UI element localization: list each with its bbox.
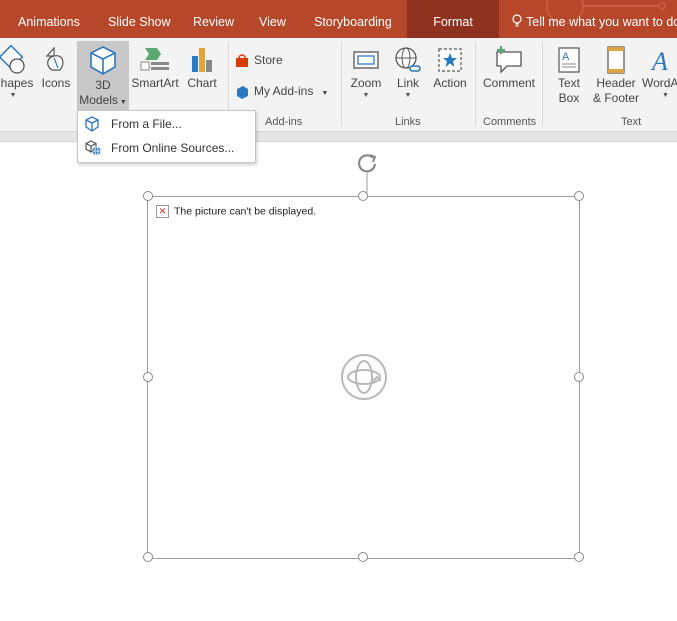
svg-text:A: A — [650, 47, 668, 76]
menu-item-from-file-label: From a File... — [111, 117, 182, 131]
chevron-down-icon: ▼ — [117, 99, 127, 106]
my-addins-button[interactable]: My Add-ins ▼ — [235, 83, 328, 102]
menu-item-from-online-label: From Online Sources... — [111, 141, 235, 155]
chart-button[interactable]: Chart — [182, 44, 222, 91]
text-box-button[interactable]: A Text Box — [549, 44, 589, 106]
link-label: Link — [396, 76, 419, 90]
3d-models-label-line2: Models — [79, 93, 118, 107]
3d-rotate-icon — [341, 354, 387, 400]
tab-format[interactable]: Format — [407, 0, 499, 38]
action-label: Action — [433, 76, 467, 90]
addins-icon — [237, 85, 248, 99]
header-footer-icon — [607, 46, 625, 74]
3d-models-label-line1: 3D — [95, 78, 111, 92]
resize-handle-top-right[interactable] — [574, 191, 584, 201]
menu-item-from-file[interactable]: From a File... — [78, 112, 255, 136]
zoom-icon — [353, 51, 379, 69]
ribbon-tab-bar: Animations Slide Show Review View Storyb… — [0, 0, 677, 38]
text-box-label-line2: Box — [558, 91, 580, 105]
icons-button[interactable]: Icons — [37, 44, 75, 91]
resize-handle-bottom-left[interactable] — [143, 552, 153, 562]
header-footer-button[interactable]: Header & Footer — [591, 44, 641, 106]
group-separator — [542, 42, 543, 126]
group-separator — [341, 42, 342, 126]
chevron-down-icon: ▼ — [662, 92, 669, 99]
cube-icon — [85, 116, 99, 132]
menu-item-from-online[interactable]: From Online Sources... — [78, 136, 255, 160]
action-star-icon — [438, 48, 462, 72]
store-label: Store — [254, 53, 283, 67]
smartart-button[interactable]: SmartArt — [129, 44, 181, 91]
group-separator — [475, 42, 476, 126]
link-globe-icon — [395, 47, 421, 72]
chart-icon — [192, 48, 212, 72]
broken-image-icon: ✕ — [156, 205, 169, 218]
resize-handle-top-left[interactable] — [143, 191, 153, 201]
broken-image-notice: ✕ The picture can't be displayed. — [156, 205, 316, 218]
icons-label: Icons — [41, 76, 71, 90]
chevron-down-icon: ▼ — [321, 90, 329, 97]
wordart-icon: A — [650, 47, 668, 76]
comment-label: Comment — [482, 76, 535, 90]
tell-me-text: Tell me what you want to do — [526, 15, 677, 29]
shapes-icon — [0, 44, 25, 74]
shapes-button[interactable]: Shapes ▼ — [0, 44, 36, 100]
3d-models-button[interactable]: 3D Models ▼ — [77, 41, 129, 111]
chevron-down-icon: ▼ — [362, 92, 370, 99]
wordart-button[interactable]: A WordArt ▼ — [642, 44, 677, 100]
link-button[interactable]: Link ▼ — [389, 44, 427, 100]
zoom-label: Zoom — [350, 76, 382, 90]
resize-handle-bottom-right[interactable] — [574, 552, 584, 562]
chevron-down-icon: ▼ — [9, 92, 17, 99]
tab-view[interactable]: View — [259, 0, 286, 38]
text-box-icon: A — [558, 47, 580, 73]
group-label-links: Links — [395, 116, 421, 128]
lightbulb-icon — [512, 14, 522, 27]
wordart-label: WordArt — [642, 76, 677, 90]
header-footer-label-line2: & Footer — [592, 91, 640, 105]
header-footer-label-line1: Header — [596, 76, 636, 90]
resize-handle-right[interactable] — [574, 372, 584, 382]
resize-handle-bottom[interactable] — [358, 552, 368, 562]
rotate-handle-icon[interactable] — [354, 151, 380, 195]
text-box-label-line1: Text — [557, 76, 580, 90]
zoom-button[interactable]: Zoom ▼ — [347, 44, 385, 100]
svg-text:A: A — [562, 51, 570, 63]
smartart-label: SmartArt — [131, 76, 179, 90]
comment-button[interactable]: Comment — [479, 44, 539, 91]
group-label-comments: Comments — [483, 116, 537, 128]
chevron-down-icon: ▼ — [404, 92, 412, 99]
tab-storyboarding[interactable]: Storyboarding — [314, 0, 392, 38]
shapes-label: Shapes — [0, 76, 34, 90]
chart-label: Chart — [187, 76, 217, 90]
my-addins-label: My Add-ins — [254, 84, 314, 98]
broken-image-text: The picture can't be displayed. — [174, 205, 317, 218]
tab-animations[interactable]: Animations — [18, 0, 80, 38]
smartart-icon — [140, 48, 169, 71]
group-label-addins: Add-ins — [265, 116, 303, 128]
tab-review[interactable]: Review — [193, 0, 234, 38]
store-button[interactable]: Store — [235, 52, 283, 68]
cube-globe-icon — [85, 140, 101, 156]
comment-icon — [496, 46, 522, 74]
tell-me-search[interactable]: Tell me what you want to do — [512, 0, 677, 38]
icons-icon — [45, 46, 64, 71]
resize-handle-left[interactable] — [143, 372, 153, 382]
resize-handle-top[interactable] — [358, 191, 368, 201]
group-label-text: Text — [621, 116, 642, 128]
3d-models-dropdown: From a File... From Online Sources... — [77, 110, 256, 163]
cube-icon — [90, 46, 116, 75]
action-button[interactable]: Action — [430, 44, 470, 91]
tab-slide-show[interactable]: Slide Show — [108, 0, 171, 38]
store-bag-icon — [236, 54, 248, 67]
